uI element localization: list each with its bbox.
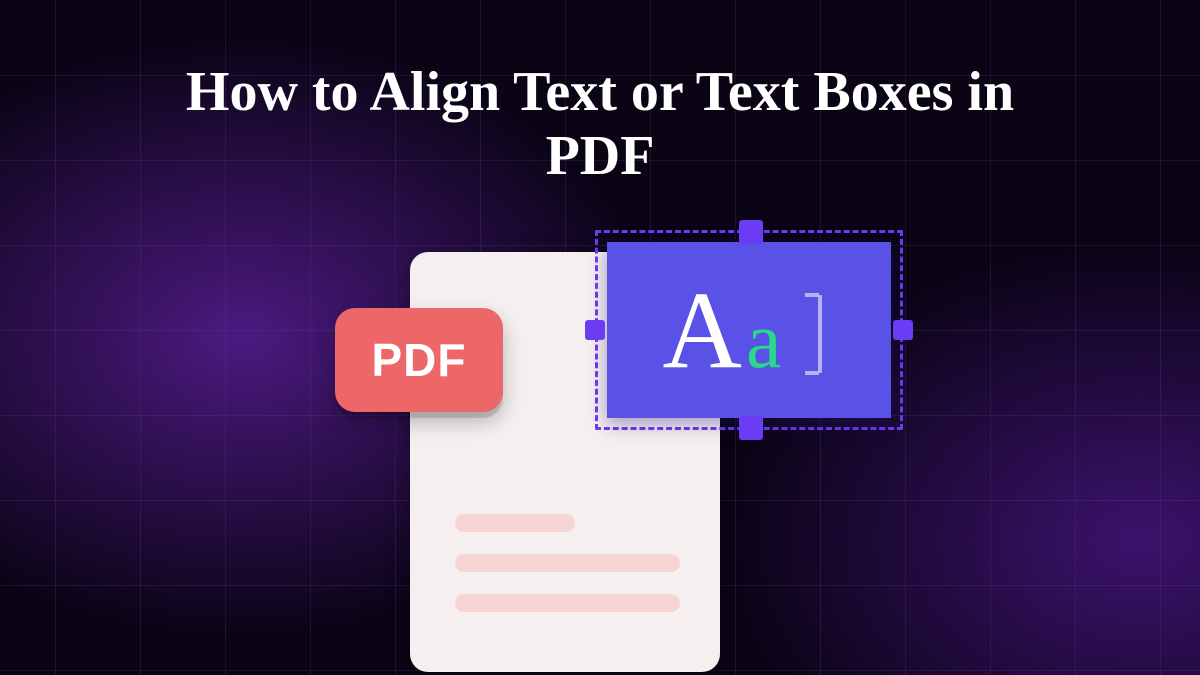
document-text-line [455,554,680,572]
text-cursor-icon [805,289,835,379]
document-text-line [455,594,680,612]
text-box-panel: A a [607,242,891,418]
uppercase-letter: A [663,275,742,385]
lowercase-letter: a [746,301,782,381]
resize-handle-top [739,220,763,244]
resize-handle-right [893,320,913,340]
pdf-badge-label: PDF [372,333,467,387]
selection-box: A a [595,230,903,430]
page-title: How to Align Text or Text Boxes in PDF [150,60,1050,189]
hero-illustration: PDF A a [300,230,900,675]
sample-letters: A a [607,242,891,418]
resize-handle-left [585,320,605,340]
resize-handle-bottom [739,416,763,440]
document-text-line [455,514,575,532]
pdf-badge: PDF [335,308,503,412]
